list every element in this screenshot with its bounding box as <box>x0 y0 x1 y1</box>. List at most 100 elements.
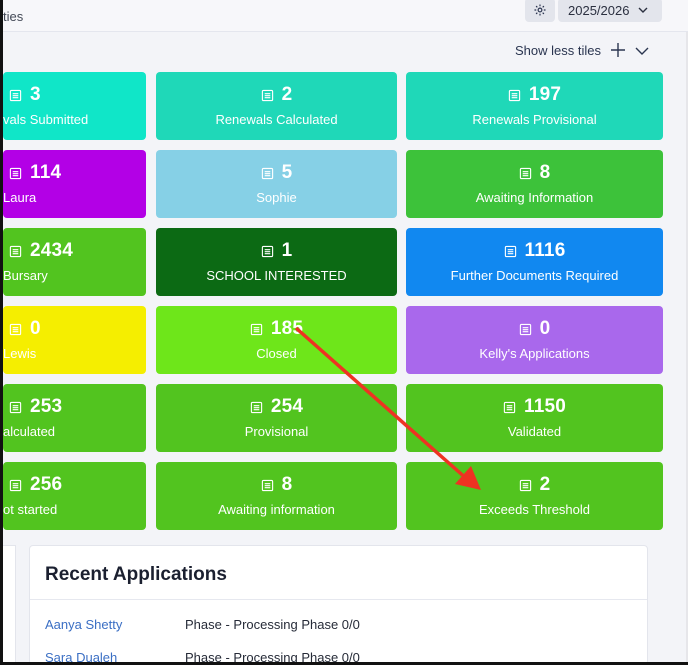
tile-count: 8 <box>281 474 293 495</box>
tile-count: 5 <box>281 162 293 183</box>
top-bar: ties 2025/2026 <box>3 0 688 32</box>
show-less-tiles-link[interactable]: Show less tiles <box>515 43 601 58</box>
tile-count: 3 <box>30 84 41 105</box>
status-tile[interactable]: 8 Awaiting Information <box>406 150 663 218</box>
tile-count: 8 <box>539 162 551 183</box>
tile-header: 3 <box>3 84 146 106</box>
tile-header: 2 <box>156 84 397 106</box>
list-icon <box>250 323 263 336</box>
status-tile[interactable]: 1116 Further Documents Required <box>406 228 663 296</box>
recent-applications-title: Recent Applications <box>45 564 227 585</box>
list-icon <box>261 479 274 492</box>
tile-label: SCHOOL INTERESTED <box>206 268 347 283</box>
status-tile[interactable]: 2 Renewals Calculated <box>156 72 397 140</box>
tile-header: 2 <box>406 474 663 496</box>
academic-year-select[interactable]: 2025/2026 <box>558 0 662 22</box>
tile-label: alculated <box>3 424 56 439</box>
status-tile[interactable]: 254 Provisional <box>156 384 397 452</box>
tile-count: 2434 <box>30 240 74 261</box>
tile-header: 114 <box>3 162 146 184</box>
list-icon <box>519 167 532 180</box>
list-icon <box>261 167 274 180</box>
list-icon <box>508 89 521 102</box>
status-tile[interactable]: 197 Renewals Provisional <box>406 72 663 140</box>
chevron-down-icon[interactable] <box>634 43 650 59</box>
tile-count: 1150 <box>523 396 567 417</box>
tile-header: 8 <box>406 162 663 184</box>
tile-label: Provisional <box>244 424 309 439</box>
status-tile[interactable]: 5 Sophie <box>156 150 397 218</box>
status-tile[interactable]: 256 ot started <box>3 462 146 530</box>
tile-label: Validated <box>507 424 562 439</box>
tile-label: ot started <box>3 502 58 517</box>
status-tile[interactable]: 8 Awaiting information <box>156 462 397 530</box>
plus-icon[interactable] <box>610 41 626 59</box>
list-icon <box>9 479 22 492</box>
list-icon <box>9 167 22 180</box>
tile-count: 0 <box>30 318 41 339</box>
tile-label: Bursary <box>3 268 48 283</box>
tile-header: 185 <box>156 318 397 340</box>
tile-label: Renewals Calculated <box>215 112 338 127</box>
status-tile[interactable]: 185 Closed <box>156 306 397 374</box>
divider <box>30 599 647 600</box>
list-icon <box>519 323 532 336</box>
tile-label: Exceeds Threshold <box>478 502 591 517</box>
tile-header: 256 <box>3 474 146 496</box>
tile-label: Further Documents Required <box>450 268 619 283</box>
tile-header: 5 <box>156 162 397 184</box>
tile-label: Awaiting information <box>218 502 335 517</box>
list-icon <box>9 89 22 102</box>
tile-count: 2 <box>539 474 551 495</box>
tile-label: Closed <box>256 346 297 361</box>
academic-year-value: 2025/2026 <box>568 2 630 18</box>
list-icon <box>504 245 517 258</box>
tile-header: 1150 <box>406 396 663 418</box>
tile-label: Awaiting Information <box>475 190 594 205</box>
tile-header: 1116 <box>406 240 663 262</box>
status-tile[interactable]: 3 vals Submitted <box>3 72 146 140</box>
list-icon <box>9 323 22 336</box>
settings-button[interactable] <box>525 0 555 22</box>
list-icon <box>519 479 532 492</box>
tile-count: 1116 <box>524 240 566 261</box>
tile-header: 8 <box>156 474 397 496</box>
tile-label: Renewals Provisional <box>472 112 597 127</box>
status-tile[interactable]: 1150 Validated <box>406 384 663 452</box>
tile-count: 1 <box>281 240 293 261</box>
tile-label: Sophie <box>256 190 297 205</box>
status-tile[interactable]: 2434 Bursary <box>3 228 146 296</box>
list-icon <box>261 89 274 102</box>
tile-count: 2 <box>281 84 293 105</box>
gear-icon <box>534 4 546 16</box>
list-icon <box>9 401 22 414</box>
recent-applications-panel: Recent Applications Aanya Shetty Phase -… <box>29 545 648 665</box>
tile-header: 1 <box>156 240 397 262</box>
tile-header: 197 <box>406 84 663 106</box>
tile-header: 0 <box>406 318 663 340</box>
applicant-phase: Phase - Processing Phase 0/0 <box>185 617 360 632</box>
tile-count: 256 <box>30 474 63 495</box>
status-tile[interactable]: 114 Laura <box>3 150 146 218</box>
status-tile[interactable]: 0 Lewis <box>3 306 146 374</box>
tile-header: 0 <box>3 318 146 340</box>
list-icon <box>250 401 263 414</box>
status-tile[interactable]: 0 Kelly's Applications <box>406 306 663 374</box>
tile-count: 253 <box>30 396 63 417</box>
applicant-link[interactable]: Aanya Shetty <box>45 617 122 632</box>
side-panel-edge <box>3 545 16 665</box>
status-tile[interactable]: 253 alculated <box>3 384 146 452</box>
tile-count: 197 <box>528 84 562 105</box>
status-tile[interactable]: 1 SCHOOL INTERESTED <box>156 228 397 296</box>
tile-label: Laura <box>3 190 37 205</box>
list-icon <box>9 245 22 258</box>
list-icon <box>503 401 516 414</box>
tile-count: 185 <box>270 318 304 339</box>
tile-count: 254 <box>270 396 304 417</box>
breadcrumb: ties <box>3 9 24 24</box>
tile-header: 2434 <box>3 240 146 262</box>
tile-label: Lewis <box>3 346 37 361</box>
tile-header: 254 <box>156 396 397 418</box>
tile-label: Kelly's Applications <box>479 346 590 361</box>
status-tile[interactable]: 2 Exceeds Threshold <box>406 462 663 530</box>
